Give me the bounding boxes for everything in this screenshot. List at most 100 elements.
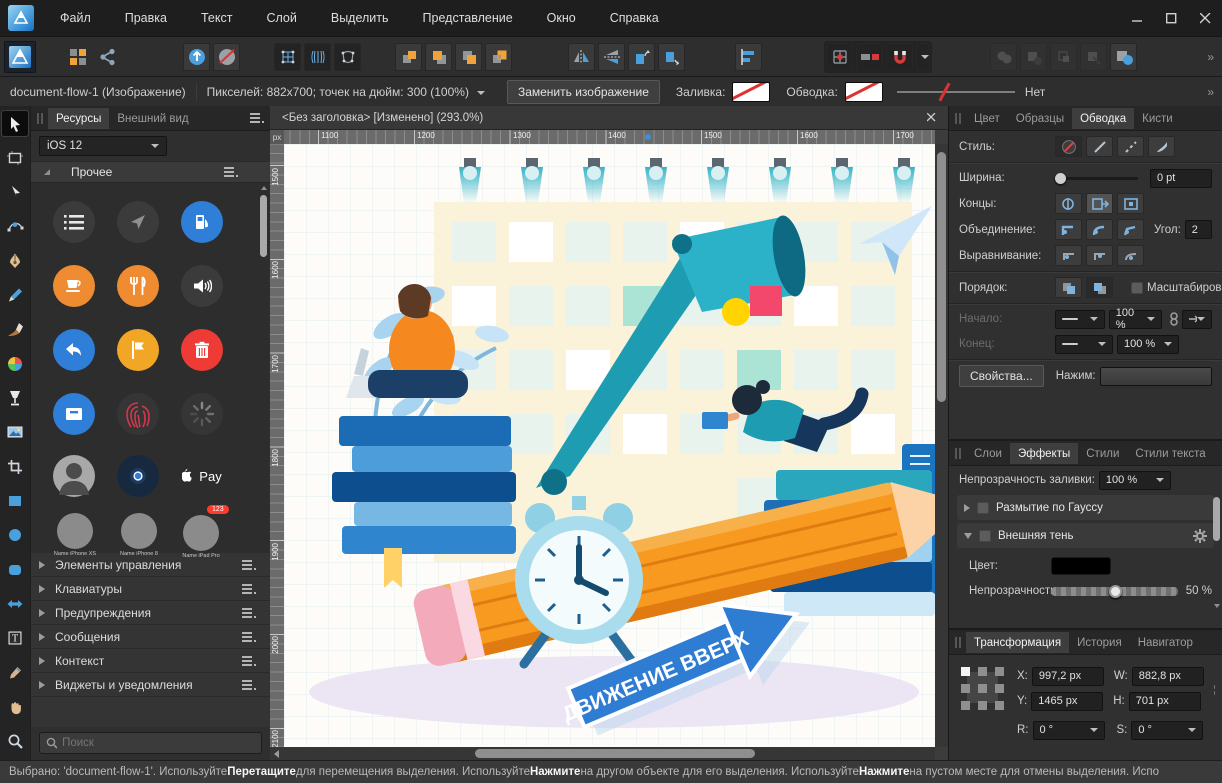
start-style-dropdown[interactable] [1055, 310, 1105, 329]
search-box[interactable] [39, 732, 262, 754]
restaurant-icon[interactable] [117, 265, 159, 307]
horizontal-scrollbar[interactable] [270, 747, 935, 760]
stroke-style-dash-button[interactable] [1117, 136, 1144, 157]
list-icon[interactable] [53, 201, 95, 243]
swap-ends-button[interactable] [1182, 310, 1212, 329]
tab-text-styles[interactable]: Стили текста [1127, 443, 1213, 464]
tool-node[interactable] [2, 180, 28, 205]
cap-butt-button[interactable] [1055, 193, 1082, 214]
tab-navigator[interactable]: Навигатор [1130, 632, 1201, 653]
tab-effects[interactable]: Эффекты [1010, 443, 1078, 464]
align-inside-button[interactable] [1086, 245, 1113, 266]
navigation-icon[interactable] [117, 201, 159, 243]
tool-rectangle[interactable] [2, 489, 28, 514]
link-ends-icon[interactable] [1170, 312, 1178, 326]
show-grid-button[interactable] [826, 43, 853, 71]
alignment-button[interactable] [735, 43, 762, 71]
tool-ellipse[interactable] [2, 523, 28, 548]
move-forward-button[interactable] [425, 43, 452, 71]
gaussian-blur-checkbox[interactable] [977, 502, 989, 514]
tab-history[interactable]: История [1069, 632, 1130, 653]
effect-gaussian-blur-row[interactable]: Размытие по Гауссу [957, 495, 1214, 520]
vertical-scrollbar[interactable] [935, 144, 948, 747]
end-style-dropdown[interactable] [1055, 335, 1113, 354]
context-overflow-chevron[interactable]: » [1207, 85, 1214, 99]
rotate-ccw-button[interactable] [628, 43, 655, 71]
order-front-button[interactable] [1086, 277, 1113, 298]
stroke-swatch[interactable] [845, 82, 883, 102]
x-field[interactable]: 997,2 px [1032, 667, 1104, 686]
menu-item-window[interactable]: Окно [530, 1, 593, 35]
tab-transform[interactable]: Трансформация [966, 632, 1069, 653]
tab-resources[interactable]: Ресурсы [48, 108, 109, 129]
insert-inside-off-button[interactable] [213, 43, 240, 71]
document-viewport[interactable]: ДВИЖЕНИЕ ВВЕРХ [284, 144, 935, 747]
menu-item-layer[interactable]: Слой [249, 1, 313, 35]
search-input[interactable] [62, 737, 255, 749]
tab-styles[interactable]: Стили [1078, 443, 1127, 464]
tool-point-transform[interactable] [2, 214, 28, 239]
tool-transparency[interactable] [2, 386, 28, 411]
tool-color[interactable] [2, 351, 28, 376]
panel-drag-handle[interactable] [955, 113, 961, 124]
stroke-style-none-button[interactable] [1055, 136, 1082, 157]
panel-drag-handle[interactable] [37, 113, 43, 124]
h-field[interactable]: 701 px [1129, 692, 1201, 711]
end-scale-dropdown[interactable]: 100 % [1117, 335, 1179, 354]
document-close-icon[interactable] [927, 113, 936, 122]
category-clipped[interactable] [31, 697, 270, 727]
tool-rounded-rectangle[interactable] [2, 557, 28, 582]
distort-button[interactable] [334, 43, 361, 71]
flip-vertical-button[interactable] [598, 43, 625, 71]
section-menu-icon[interactable] [224, 167, 238, 177]
move-to-front-button[interactable] [395, 43, 422, 71]
menu-item-text[interactable]: Текст [184, 1, 249, 35]
toolbar-overflow-chevron[interactable]: » [1207, 50, 1214, 64]
menu-item-file[interactable]: Файл [43, 1, 108, 35]
designer-persona-button[interactable] [4, 41, 36, 73]
tool-place-image[interactable] [2, 420, 28, 445]
r-field[interactable]: 0 ° [1033, 721, 1105, 740]
tool-artboard[interactable] [2, 145, 28, 170]
tool-view-hand[interactable] [2, 695, 28, 720]
shadow-opacity-slider[interactable] [1051, 587, 1178, 596]
join-bevel-button[interactable] [1117, 219, 1144, 240]
properties-button[interactable]: Свойства... [959, 365, 1044, 387]
replace-image-button[interactable]: Заменить изображение [507, 80, 660, 104]
width-field[interactable]: 0 pt [1150, 169, 1212, 188]
stroke-style-brush-button[interactable] [1148, 136, 1175, 157]
document-tab[interactable]: <Без заголовка> [Изменено] (293.0%) [270, 106, 948, 130]
tool-frame-text[interactable]: T [2, 626, 28, 651]
panel-drag-handle[interactable] [955, 637, 961, 648]
cap-round-button[interactable] [1086, 193, 1113, 214]
close-icon[interactable] [1188, 0, 1222, 36]
panel-menu-icon[interactable] [250, 113, 264, 123]
device-thumb[interactable] [183, 515, 219, 551]
move-backward-button[interactable] [455, 43, 482, 71]
tab-stroke[interactable]: Обводка [1072, 108, 1134, 129]
mesh-warp-button[interactable] [274, 43, 301, 71]
pixel-alignment-button[interactable] [856, 43, 883, 71]
tab-layers[interactable]: Слои [966, 443, 1010, 464]
category-widgets[interactable]: Виджеты и уведомления [31, 673, 270, 697]
join-round-button[interactable] [1086, 219, 1113, 240]
device-select[interactable]: iOS 12 [39, 136, 167, 156]
s-field[interactable]: 0 ° [1131, 721, 1203, 740]
device-thumb[interactable] [121, 513, 157, 549]
menu-item-help[interactable]: Справка [593, 1, 676, 35]
gear-icon[interactable] [1193, 529, 1207, 543]
trash-icon[interactable] [181, 329, 223, 371]
location-icon[interactable] [117, 455, 159, 497]
category-alerts[interactable]: Предупреждения [31, 601, 270, 625]
stroke-style-solid-button[interactable] [1086, 136, 1113, 157]
cap-square-button[interactable] [1117, 193, 1144, 214]
reply-icon[interactable] [53, 329, 95, 371]
anchor-point-selector[interactable] [961, 665, 1007, 713]
align-outside-button[interactable] [1117, 245, 1144, 266]
volume-icon[interactable] [181, 265, 223, 307]
dpi-caret-icon[interactable] [477, 91, 485, 95]
assets-scrollbar[interactable] [259, 185, 268, 551]
tool-vector-crop[interactable] [2, 454, 28, 479]
category-messages[interactable]: Сообщения [31, 625, 270, 649]
tab-colour[interactable]: Цвет [966, 108, 1008, 129]
